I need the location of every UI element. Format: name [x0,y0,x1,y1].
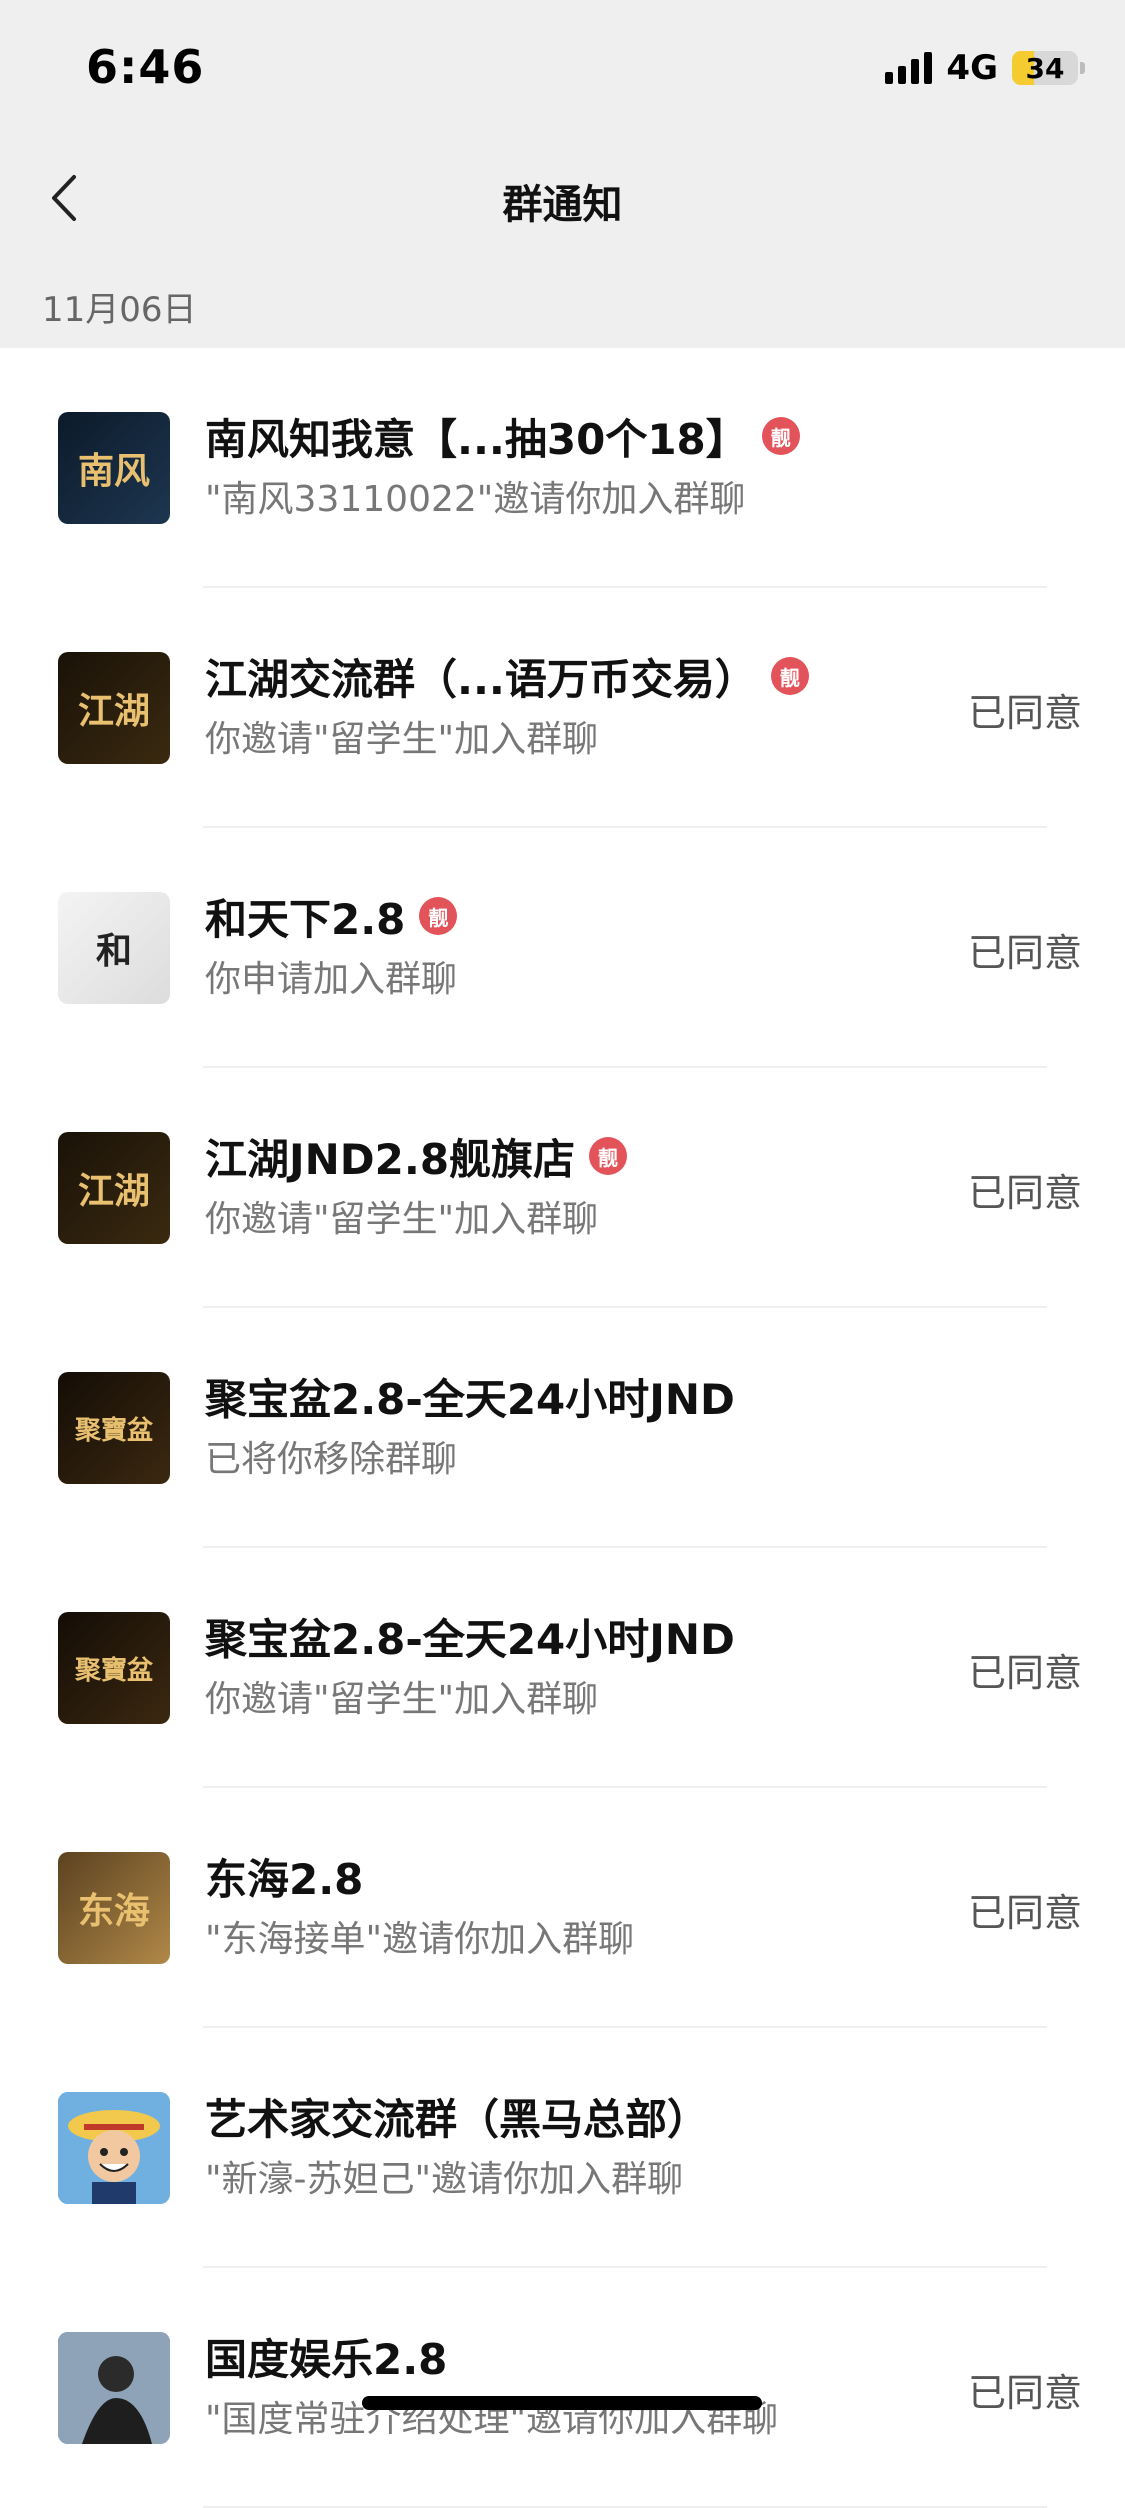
list-item[interactable]: 南风 南风知我意【...抽30个18】靓 "南风33110022"邀请你加入群聊 [0,348,1125,588]
avatar-text: 聚寶盆 [74,1415,153,1446]
network-type: 4G [946,48,998,88]
pretty-number-badge-icon: 靓 [419,897,458,935]
status-label: 已同意 [967,1171,1082,1215]
item-texts: 艺术家交流群（黑马总部） "新濠-苏妲己"邀请你加入群聊 [205,2088,945,2202]
group-name: 国度娱乐2.8 [205,2334,448,2384]
battery-icon: 34 [1012,51,1078,85]
status-time: 6:46 [86,40,205,94]
group-avatar: 东海 [58,1852,170,1964]
group-avatar: 聚寶盆 [58,1612,170,1724]
list-item[interactable]: 东海 东海2.8 "东海接单"邀请你加入群聊 已同意 [0,1788,1125,2028]
item-texts: 国度娱乐2.8 "国度常驻介绍处理"邀请你加入群聊 [205,2328,945,2442]
group-name: 东海2.8 [205,1854,364,1904]
status-label: 已同意 [967,691,1082,735]
list-item[interactable]: 江湖 江湖JND2.8舰旗店靓你邀请"留学生"加入群聊 已同意 [0,1068,1125,1308]
notification-detail: 你申请加入群聊 [205,959,458,1000]
group-name: 和天下2.8 [205,894,406,944]
avatar-text: 聚寶盆 [74,1655,153,1686]
list-item[interactable]: 聚寶盆 聚宝盆2.8-全天24小时JND 已将你移除群聊 [0,1308,1125,1548]
page-title: 群通知 [502,182,623,228]
notification-detail: "新濠-苏妲己"邀请你加入群聊 [205,2159,684,2200]
notification-list: 南风 南风知我意【...抽30个18】靓 "南风33110022"邀请你加入群聊 江湖… [0,348,1125,2508]
item-texts: 聚宝盆2.8-全天24小时JND 你邀请"留学生"加入群聊 [205,1608,945,1722]
notification-detail: "南风33110022"邀请你加入群聊 [205,479,746,520]
notification-detail: 你邀请"留学生"加入群聊 [205,1679,599,1720]
status-indicators: 4G 34 [885,46,1085,90]
group-avatar: 江湖 [58,1132,170,1244]
name-line: 江湖交流群（...语万币交易） 靓 [205,648,945,704]
status-label: 已同意 [967,931,1082,975]
group-avatar: 和 [58,892,170,1004]
item-texts: 东海2.8 "东海接单"邀请你加入群聊 [205,1848,945,1962]
item-texts: 聚宝盆2.8-全天24小时JND 已将你移除群聊 [205,1368,945,1482]
notification-detail: 你邀请"留学生"加入群聊 [205,719,599,760]
signal-icon [885,52,933,84]
list-item[interactable]: 江湖 江湖交流群（...语万币交易） 靓你邀请"留学生"加入群聊 已同意 [0,588,1125,828]
group-name: 南风知我意【...抽30个18】 [205,414,748,464]
avatar-text: 江湖 [77,690,150,732]
group-name: 艺术家交流群（黑马总部） [205,2094,710,2144]
item-texts: 江湖JND2.8舰旗店靓你邀请"留学生"加入群聊 [205,1128,945,1242]
notification-detail: "东海接单"邀请你加入群聊 [205,1919,635,1960]
home-indicator[interactable] [362,2396,762,2410]
name-line: 艺术家交流群（黑马总部） [205,2088,945,2144]
avatar-text: 和 [95,930,132,972]
pretty-number-badge-icon: 靓 [770,657,809,695]
name-line: 东海2.8 [205,1848,945,1904]
group-avatar: 聚寶盆 [58,1372,170,1484]
pretty-number-badge-icon: 靓 [761,417,800,455]
avatar-text: 南风 [77,450,150,492]
battery-level: 34 [1025,51,1065,85]
item-texts: 南风知我意【...抽30个18】靓 "南风33110022"邀请你加入群聊 [205,408,945,522]
pretty-number-badge-icon: 靓 [589,1137,628,1175]
group-name: 聚宝盆2.8-全天24小时JND [205,1374,735,1424]
group-avatar [58,2332,170,2444]
name-line: 南风知我意【...抽30个18】靓 [205,408,945,464]
list-item[interactable]: 国度娱乐2.8 "国度常驻介绍处理"邀请你加入群聊 已同意 [0,2268,1125,2508]
status-label: 已同意 [967,1891,1082,1935]
list-item[interactable]: 艺术家交流群（黑马总部） "新濠-苏妲己"邀请你加入群聊 [0,2028,1125,2268]
item-texts: 江湖交流群（...语万币交易） 靓你邀请"留学生"加入群聊 [205,648,945,762]
name-line: 聚宝盆2.8-全天24小时JND [205,1368,945,1424]
date-header: 11月06日 [42,290,197,330]
person-photo-icon [58,2332,170,2444]
group-name: 江湖交流群（...语万币交易） [205,654,757,704]
name-line: 和天下2.8 靓 [205,888,945,944]
battery-cap [1080,62,1085,74]
group-name: 聚宝盆2.8-全天24小时JND [205,1614,735,1664]
cartoon-face-icon [58,2092,170,2204]
name-line: 江湖JND2.8舰旗店靓 [205,1128,945,1184]
status-label: 已同意 [967,1651,1082,1695]
item-texts: 和天下2.8 靓你申请加入群聊 [205,888,945,1002]
group-name: 江湖JND2.8舰旗店 [205,1134,576,1184]
group-avatar: 江湖 [58,652,170,764]
avatar-text: 江湖 [77,1170,150,1212]
name-line: 国度娱乐2.8 [205,2328,945,2384]
status-label: 已同意 [967,2371,1082,2415]
avatar-text: 东海 [77,1890,150,1932]
group-avatar [58,2092,170,2204]
notification-detail: 你邀请"留学生"加入群聊 [205,1199,599,1240]
name-line: 聚宝盆2.8-全天24小时JND [205,1608,945,1664]
list-item[interactable]: 和 和天下2.8 靓你申请加入群聊 已同意 [0,828,1125,1068]
list-item[interactable]: 聚寶盆 聚宝盆2.8-全天24小时JND 你邀请"留学生"加入群聊 已同意 [0,1548,1125,1788]
header-area: 6:46 4G 34 群通知 11月06日 [0,0,1125,348]
notification-detail: 已将你移除群聊 [205,1439,458,1480]
group-avatar: 南风 [58,412,170,524]
